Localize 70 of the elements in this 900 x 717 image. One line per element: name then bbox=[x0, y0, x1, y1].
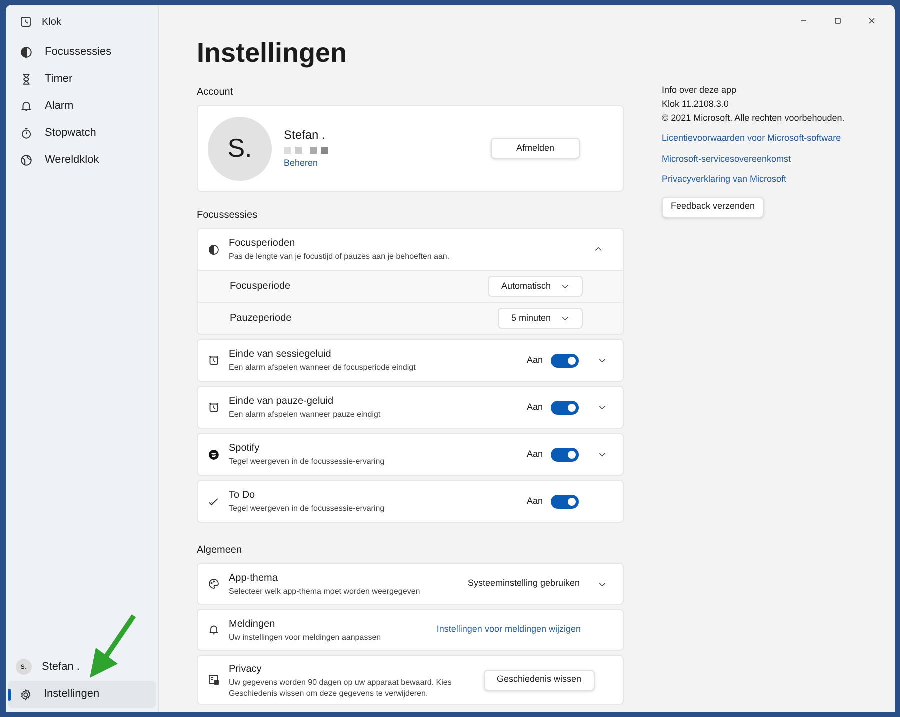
toggle-state-label: Aan bbox=[526, 400, 543, 414]
card-title: App-thema bbox=[229, 572, 279, 586]
toggle-switch[interactable] bbox=[551, 400, 579, 414]
card-description: Tegel weergeven in de focussessie-ervaring bbox=[229, 503, 386, 515]
alarm-clock-icon bbox=[208, 354, 220, 366]
card-title: Meldingen bbox=[229, 618, 276, 632]
sign-out-button[interactable]: Afmelden bbox=[491, 138, 580, 159]
dropdown[interactable]: Systeeminstelling gebruiken bbox=[468, 577, 609, 591]
card-description: Tegel weergeven in de focussessie-ervaring bbox=[229, 456, 386, 468]
card-title: Privacy bbox=[229, 662, 263, 676]
annotation-arrow bbox=[88, 614, 138, 680]
toggle-switch[interactable] bbox=[551, 494, 579, 508]
about-link[interactable]: Licentievoorwaarden voor Microsoft-software bbox=[662, 132, 842, 146]
setting-label: Pauzeperiode bbox=[230, 312, 293, 326]
card-title: Focusperioden bbox=[229, 237, 296, 251]
nav-item[interactable]: Alarm bbox=[8, 93, 156, 120]
nav-item[interactable]: Timer bbox=[8, 66, 156, 93]
card-description: Een alarm afspelen wanneer de focusperiode eindigt bbox=[229, 362, 417, 374]
maximize-icon bbox=[833, 16, 843, 26]
card-description: Uw instellingen voor meldingen aanpassen bbox=[229, 632, 382, 643]
toggle-state-label: Aan bbox=[526, 354, 543, 367]
palette-icon bbox=[208, 578, 220, 590]
about-link[interactable]: Privacyverklaring van Microsoft bbox=[662, 173, 787, 186]
alarm-clock-icon bbox=[208, 402, 220, 414]
privacy-icon bbox=[208, 674, 220, 686]
settings-nav-item[interactable]: Instellingen bbox=[8, 681, 156, 708]
stopwatch-icon bbox=[20, 127, 33, 140]
section-heading: Algemeen bbox=[197, 544, 244, 557]
notification-settings-link[interactable]: Instellingen voor meldingen wijzigen bbox=[436, 623, 581, 637]
card-title: Spotify bbox=[229, 442, 261, 456]
globe-icon bbox=[20, 154, 33, 167]
nav-item[interactable]: Focussessies bbox=[8, 39, 156, 66]
dropdown[interactable]: 5 minuten bbox=[498, 308, 583, 329]
card-title: To Do bbox=[229, 489, 256, 503]
settings-icon bbox=[20, 688, 32, 700]
bell-icon bbox=[20, 100, 33, 113]
avatar: S. bbox=[208, 116, 272, 180]
nav-item[interactable]: Stopwatch bbox=[8, 120, 156, 147]
nav-item[interactable]: Wereldklok bbox=[8, 147, 156, 174]
clear-history-button[interactable]: Geschiedenis wissen bbox=[484, 670, 595, 690]
bell-icon bbox=[208, 624, 220, 636]
page-title: Instellingen bbox=[197, 37, 348, 70]
close-icon bbox=[867, 16, 877, 26]
card-title: Einde van sessiegeluid bbox=[229, 348, 332, 362]
about-link[interactable]: Microsoft-servicesovereenkomst bbox=[662, 152, 792, 166]
toggle-switch[interactable] bbox=[551, 354, 579, 368]
setting-label: Focusperiode bbox=[230, 280, 292, 294]
card-description: Selecteer welk app-thema moet worden weergegeven bbox=[229, 586, 422, 597]
card-description: Pas de lengte van je focustijd of pauzes aan je behoeften aan. bbox=[229, 251, 451, 263]
music-disc-icon bbox=[208, 448, 220, 460]
window-title: Klok bbox=[42, 16, 62, 30]
card-title: Einde van pauze-geluid bbox=[229, 395, 335, 409]
card-description: Uw gegevens worden 90 dagen op uw apparaat bewaard. Kies Geschiedenis wissen om deze gegevens te verwijderen. bbox=[229, 676, 453, 698]
focus-icon bbox=[20, 46, 33, 59]
avatar: s. bbox=[16, 659, 32, 675]
about-text: © 2021 Microsoft. Alle rechten voorbehouden. bbox=[662, 112, 845, 125]
toggle-state-label: Aan bbox=[526, 448, 543, 461]
app-clock-icon bbox=[20, 16, 32, 28]
about-text: Klok 11.2108.3.0 bbox=[662, 98, 729, 111]
manage-link[interactable]: Beheren bbox=[284, 157, 334, 171]
account-name: Stefan . bbox=[284, 127, 326, 144]
card-description: Een alarm afspelen wanneer pauze eindigt bbox=[229, 409, 382, 421]
section-heading: Account bbox=[197, 86, 234, 99]
dropdown[interactable]: Automatisch bbox=[488, 276, 583, 297]
toggle-switch[interactable] bbox=[551, 448, 579, 462]
focus-icon bbox=[208, 244, 220, 256]
toggle-state-label: Aan bbox=[526, 494, 543, 508]
section-heading: Focussessies bbox=[197, 209, 259, 222]
about-text: Info over deze app bbox=[662, 84, 737, 97]
feedback-button[interactable]: Feedback verzenden bbox=[662, 196, 764, 218]
